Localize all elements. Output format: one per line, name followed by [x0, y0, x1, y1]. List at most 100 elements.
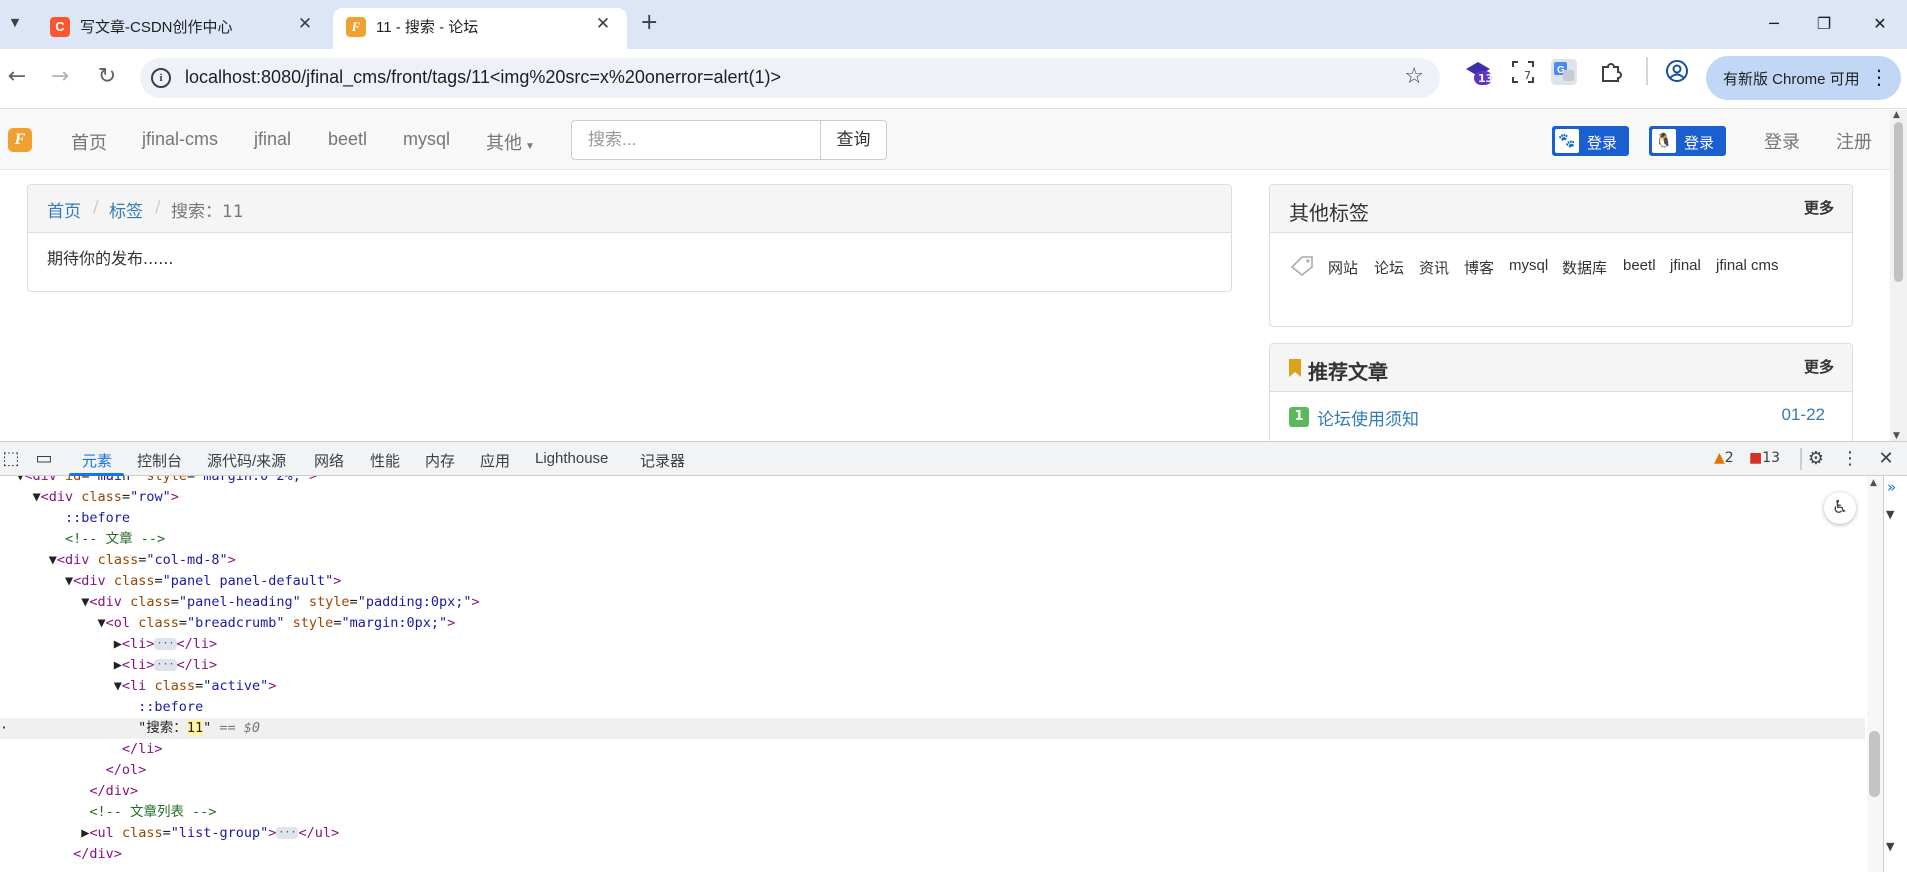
breadcrumb-separator: /	[155, 197, 161, 217]
tab-network[interactable]: 网络	[314, 450, 344, 471]
qq-login-button[interactable]: 🐧 登录	[1649, 126, 1726, 156]
dom-node[interactable]: ▼<div class="col-md-8">	[0, 550, 1865, 571]
nav-jfinal-cms[interactable]: jfinal-cms	[142, 129, 218, 150]
extension-hat-icon[interactable]: 13	[1464, 57, 1494, 85]
dom-node[interactable]: </div>	[0, 844, 1865, 865]
bookmark-icon	[1289, 359, 1301, 381]
reload-icon[interactable]: ↻	[92, 62, 122, 92]
extensions-puzzle-icon[interactable]	[1598, 59, 1624, 85]
tab-performance[interactable]: 性能	[370, 450, 400, 471]
scroll-up-icon[interactable]: ▲	[1893, 110, 1900, 120]
tag-link[interactable]: jfinal cms	[1716, 257, 1779, 274]
url-text[interactable]: localhost:8080/jfinal_cms/front/tags/11<…	[185, 67, 781, 88]
translate-icon[interactable]: G	[1551, 59, 1577, 85]
list-item[interactable]: 1 论坛使用须知 01-22	[1270, 392, 1852, 432]
tab-search-chevron-icon[interactable]: ▼	[4, 12, 26, 34]
errors-counter[interactable]: ■13	[1749, 450, 1780, 466]
tag-link[interactable]: mysql	[1509, 257, 1548, 274]
dom-node[interactable]: ▼<div class="panel-heading" style="paddi…	[0, 592, 1865, 613]
close-tab-icon[interactable]: ✕	[293, 14, 317, 34]
tag-link[interactable]: beetl	[1623, 257, 1656, 274]
tag-link[interactable]: 博客	[1464, 257, 1494, 278]
tag-link[interactable]: 网站	[1328, 257, 1358, 278]
dom-node[interactable]: </li>	[0, 739, 1865, 760]
dom-node[interactable]: ▶<li> ··· </li>	[0, 655, 1865, 676]
site-logo-icon[interactable]: F	[8, 128, 32, 152]
more-options-icon[interactable]: ⋮	[1839, 448, 1861, 469]
back-arrow-icon[interactable]: ←	[2, 62, 32, 92]
scrollbar-thumb[interactable]	[1894, 122, 1903, 282]
search-button[interactable]: 查询	[820, 120, 887, 160]
dom-node[interactable]: ::before	[0, 697, 1865, 718]
register-link[interactable]: 注册	[1836, 128, 1872, 154]
page-scrollbar[interactable]: ▲ ▼	[1890, 110, 1907, 441]
recommend-article-link[interactable]: 论坛使用须知	[1317, 405, 1419, 430]
close-devtools-icon[interactable]: ✕	[1875, 448, 1897, 469]
tab-elements[interactable]: 元素	[82, 450, 112, 471]
dom-node[interactable]: ▶<ul class="list-group"> ··· </ul>	[0, 823, 1865, 844]
forward-arrow-icon[interactable]: →	[45, 62, 75, 92]
dom-node[interactable]: ▶<li> ··· </li>	[0, 634, 1865, 655]
tag-link[interactable]: jfinal	[1670, 257, 1701, 274]
new-tab-plus-icon[interactable]: +	[640, 12, 658, 34]
site-info-icon[interactable]: i	[151, 68, 171, 88]
scroll-down-icon[interactable]: ▼	[1893, 431, 1900, 441]
login-link[interactable]: 登录	[1764, 128, 1800, 154]
device-toolbar-icon[interactable]: ▭	[33, 448, 55, 469]
tag-link[interactable]: 论坛	[1374, 257, 1404, 278]
breadcrumb-home[interactable]: 首页	[47, 197, 81, 222]
tag-link[interactable]: 资讯	[1419, 257, 1449, 278]
browser-tab-forum[interactable]: F 11 - 搜索 - 论坛 ✕	[333, 8, 627, 49]
elements-dom-tree[interactable]: ▼<div id="main" style="margin:0 2%;"> ▼<…	[0, 476, 1867, 872]
other-tags-more-link[interactable]: 更多	[1804, 197, 1834, 218]
nav-mysql[interactable]: mysql	[403, 129, 450, 150]
styles-sidebar-collapsed[interactable]: » ▼ ▼	[1883, 476, 1907, 872]
scroll-up-icon[interactable]: ▲	[1870, 478, 1877, 488]
expand-sidebar-icon[interactable]: »	[1887, 478, 1896, 496]
dom-node[interactable]: <!-- 文章 -->	[0, 529, 1865, 550]
tab-recorder[interactable]: 记录器	[640, 450, 685, 471]
close-window-icon[interactable]: ✕	[1868, 14, 1892, 33]
dom-node[interactable]: ▼<ol class="breadcrumb" style="margin:0p…	[0, 613, 1865, 634]
profile-avatar-icon[interactable]	[1664, 58, 1690, 84]
bookmark-star-icon[interactable]: ☆	[1404, 64, 1424, 89]
dom-node[interactable]: ▼<li class="active">	[0, 676, 1865, 697]
inspect-element-icon[interactable]: ⬚	[0, 448, 22, 469]
breadcrumb-tags[interactable]: 标签	[109, 197, 143, 222]
nav-home[interactable]: 首页	[71, 129, 107, 155]
tab-sources[interactable]: 源代码/来源	[207, 450, 286, 471]
section-caret-icon[interactable]: ▼	[1886, 508, 1894, 521]
restore-window-icon[interactable]: ❐	[1812, 14, 1836, 33]
extension-screenshot-icon[interactable]: 7	[1510, 59, 1540, 87]
close-tab-icon[interactable]: ✕	[591, 14, 615, 34]
tab-memory[interactable]: 内存	[425, 450, 455, 471]
scrollbar-thumb[interactable]	[1869, 731, 1880, 797]
recommend-more-link[interactable]: 更多	[1804, 356, 1834, 377]
tab-application[interactable]: 应用	[480, 450, 510, 471]
search-input[interactable]: 搜索...	[571, 120, 821, 160]
dom-node[interactable]: </ol>	[0, 760, 1865, 781]
dom-node[interactable]: ▼<div id="main" style="margin:0 2%;">	[0, 476, 1865, 487]
baidu-login-button[interactable]: 🐾 登录	[1552, 126, 1629, 156]
browser-tab-csdn[interactable]: C 写文章-CSDN创作中心 ✕	[37, 8, 329, 49]
accessibility-icon[interactable]: ♿	[1824, 492, 1856, 524]
settings-gear-icon[interactable]: ⚙	[1805, 448, 1827, 469]
dom-tree-scrollbar[interactable]: ▲	[1867, 476, 1883, 872]
dom-node[interactable]: ::before	[0, 508, 1865, 529]
dom-node[interactable]: ▼<div class="panel panel-default">	[0, 571, 1865, 592]
dom-node[interactable]: <!-- 文章列表 -->	[0, 802, 1865, 823]
nav-beetl[interactable]: beetl	[328, 129, 367, 150]
dom-node-selected[interactable]: · "搜索：11" == $0	[0, 718, 1865, 739]
minimize-window-icon[interactable]: ─	[1762, 14, 1786, 33]
tab-console[interactable]: 控制台	[137, 450, 182, 471]
tab-lighthouse[interactable]: Lighthouse	[535, 450, 608, 467]
tag-link[interactable]: 数据库	[1562, 257, 1607, 278]
nav-other-dropdown[interactable]: 其他 ▼	[486, 129, 535, 155]
nav-jfinal[interactable]: jfinal	[254, 129, 291, 150]
chrome-update-button[interactable]: 有新版 Chrome 可用 ⋮	[1706, 56, 1901, 100]
dom-node[interactable]: ▼<div class="row">	[0, 487, 1865, 508]
address-bar[interactable]: i localhost:8080/jfinal_cms/front/tags/1…	[140, 58, 1440, 98]
warnings-counter[interactable]: ▲2	[1714, 450, 1734, 466]
section-caret-icon[interactable]: ▼	[1886, 840, 1894, 853]
dom-node[interactable]: </div>	[0, 781, 1865, 802]
